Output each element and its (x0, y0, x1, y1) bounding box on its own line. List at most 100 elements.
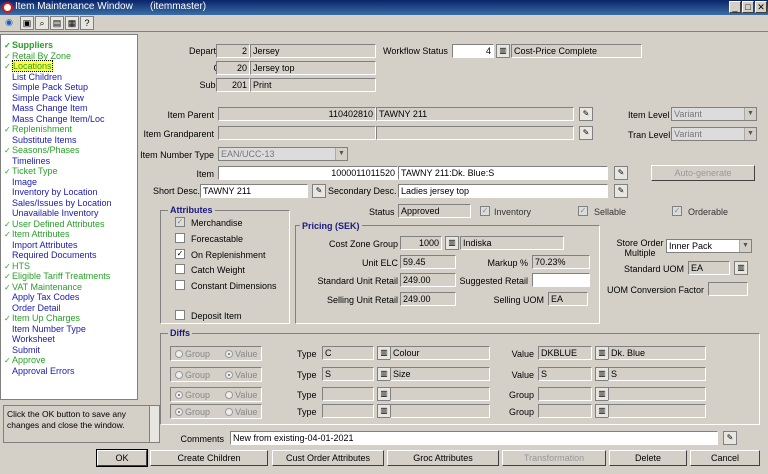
list-of-values-icon[interactable]: ▥ (445, 236, 459, 250)
menu-item[interactable]: Order Detail (4, 303, 61, 313)
item-grandparent-notes-icon[interactable]: ✎ (579, 126, 593, 140)
menu-item[interactable]: Inventory by Location (4, 187, 98, 197)
menu-item[interactable]: ✓Seasons/Phases (4, 145, 80, 156)
diff-value-code-field[interactable] (538, 387, 592, 401)
item-notes-icon[interactable]: ✎ (614, 166, 628, 180)
globe-icon[interactable]: ◉ (2, 16, 16, 30)
menu-item[interactable]: Simple Pack Setup (4, 82, 88, 92)
diff-value-code-field[interactable] (538, 404, 592, 418)
menu-item[interactable]: Image (4, 177, 37, 187)
diff-value-code-field[interactable]: S (538, 367, 592, 381)
attribute-checkbox[interactable]: ✓ (175, 217, 185, 227)
menu-item[interactable]: Import Attributes (4, 240, 78, 250)
short-desc-field[interactable]: TAWNY 211 (200, 184, 308, 198)
list-of-values-icon[interactable]: ▥ (377, 387, 391, 401)
menu-item[interactable]: ✓Item Attributes (4, 229, 70, 240)
list-of-values-icon[interactable]: ▥ (595, 367, 609, 381)
inventory-checkbox[interactable]: ✓ (480, 206, 490, 216)
tran-level-select[interactable]: Variant ▼ (671, 127, 757, 141)
list-of-values-icon[interactable]: ▥ (595, 387, 609, 401)
department-code-field[interactable]: 2 (216, 44, 250, 58)
value-radio[interactable]: Value (225, 390, 257, 400)
menu-item[interactable]: Item Number Type (4, 324, 86, 334)
menu-item[interactable]: ✓Eligible Tariff Treatments (4, 271, 110, 282)
store-order-multiple-select[interactable]: Inner Pack ▼ (666, 239, 752, 253)
auto-generate-button[interactable]: Auto-generate (651, 165, 755, 181)
ok-button[interactable]: OK (96, 449, 148, 467)
attribute-checkbox[interactable]: ✓ (175, 249, 185, 259)
menu-item[interactable]: ✓ Locations (4, 60, 53, 72)
diff-type-code-field[interactable]: C (322, 346, 374, 360)
list-of-values-icon[interactable]: ▥ (734, 261, 748, 275)
menu-item[interactable]: Sales/Issues by Location (4, 198, 112, 208)
attribute-checkbox[interactable] (175, 310, 185, 320)
value-radio[interactable]: Value (225, 370, 257, 380)
menu-item[interactable]: ✓Approve (4, 355, 46, 366)
search-icon[interactable]: ⌕ (35, 16, 49, 30)
item-desc-field[interactable]: TAWNY 211:Dk. Blue:S (398, 166, 608, 180)
cost-zone-code-field[interactable]: 1000 (400, 236, 442, 250)
attribute-checkbox[interactable] (175, 264, 185, 274)
transformation-button[interactable]: Transformation (502, 450, 606, 466)
list-of-values-icon[interactable]: ▥ (377, 404, 391, 418)
menu-item[interactable]: ✓Ticket Type (4, 166, 58, 177)
menu-item[interactable]: ✓VAT Maintenance (4, 282, 82, 293)
diff-value-code-field[interactable]: DKBLUE (538, 346, 592, 360)
list-of-values-icon[interactable]: ▥ (595, 346, 609, 360)
help-icon[interactable]: ? (80, 16, 94, 30)
attribute-checkbox[interactable] (175, 280, 185, 290)
group-radio[interactable]: Group (175, 390, 210, 400)
groc-attributes-button[interactable]: Groc Attributes (387, 450, 499, 466)
menu-item[interactable]: Approval Errors (4, 366, 75, 376)
menu-item[interactable]: Submit (4, 345, 40, 355)
value-radio[interactable]: Value (225, 349, 257, 359)
minimize-button[interactable]: _ (729, 1, 741, 13)
menu-item[interactable]: ✓Replenishment (4, 124, 72, 135)
item-parent-code-field[interactable]: 110402810 (218, 107, 376, 121)
attribute-checkbox[interactable] (175, 233, 185, 243)
menu-item[interactable]: List Children (4, 72, 62, 82)
secondary-desc-notes-icon[interactable]: ✎ (614, 184, 628, 198)
menu-item[interactable]: Unavailable Inventory (4, 208, 99, 218)
value-radio[interactable]: Value (225, 407, 257, 417)
list-of-values-icon[interactable]: ▥ (377, 367, 391, 381)
menu-item[interactable]: Apply Tax Codes (4, 292, 79, 302)
comments-notes-icon[interactable]: ✎ (723, 431, 737, 445)
diff-type-code-field[interactable]: S (322, 367, 374, 381)
group-radio[interactable]: Group (175, 370, 210, 380)
list-of-values-icon[interactable]: ▥ (595, 404, 609, 418)
item-level-select[interactable]: Variant ▼ (671, 107, 757, 121)
print-icon[interactable]: ▤ (50, 16, 64, 30)
list-of-values-icon[interactable]: ▥ (377, 346, 391, 360)
create-children-button[interactable]: Create Children (150, 450, 268, 466)
help-scrollbar[interactable] (149, 406, 159, 442)
group-radio[interactable]: Group (175, 349, 210, 359)
cust-order-attributes-button[interactable]: Cust Order Attributes (272, 450, 384, 466)
item-code-field[interactable]: 1000011011520 (218, 166, 398, 180)
item-number-type-select[interactable]: EAN/UCC-13 ▼ (218, 147, 348, 161)
diff-type-code-field[interactable] (322, 404, 374, 418)
close-button[interactable]: ✕ (755, 1, 767, 13)
notes-icon[interactable]: ▦ (65, 16, 79, 30)
class-code-field[interactable]: 20 (216, 61, 250, 75)
cancel-button[interactable]: Cancel (690, 450, 760, 466)
delete-button[interactable]: Delete (609, 450, 687, 466)
menu-item[interactable]: Substitute Items (4, 135, 77, 145)
item-grandparent-code-field[interactable] (218, 126, 376, 140)
menu-item[interactable]: ✓Item Up Charges (4, 313, 80, 324)
item-parent-notes-icon[interactable]: ✎ (579, 107, 593, 121)
menu-item[interactable]: ✓Suppliers (4, 40, 53, 51)
suggested-retail-field[interactable] (532, 273, 590, 287)
menu-item[interactable]: Simple Pack View (4, 93, 84, 103)
subclass-code-field[interactable]: 201 (216, 78, 250, 92)
menu-item[interactable]: ✓User Defined Attributes (4, 219, 105, 230)
menu-item[interactable]: Worksheet (4, 334, 55, 344)
menu-item[interactable]: Timelines (4, 156, 50, 166)
secondary-desc-field[interactable]: Ladies jersey top (398, 184, 608, 198)
diff-type-code-field[interactable] (322, 387, 374, 401)
menu-item[interactable]: Mass Change Item (4, 103, 88, 113)
orderable-checkbox[interactable]: ✓ (672, 206, 682, 216)
comments-field[interactable]: New from existing-04-01-2021 (230, 431, 718, 445)
group-radio[interactable]: Group (175, 407, 210, 417)
short-desc-notes-icon[interactable]: ✎ (312, 184, 326, 198)
